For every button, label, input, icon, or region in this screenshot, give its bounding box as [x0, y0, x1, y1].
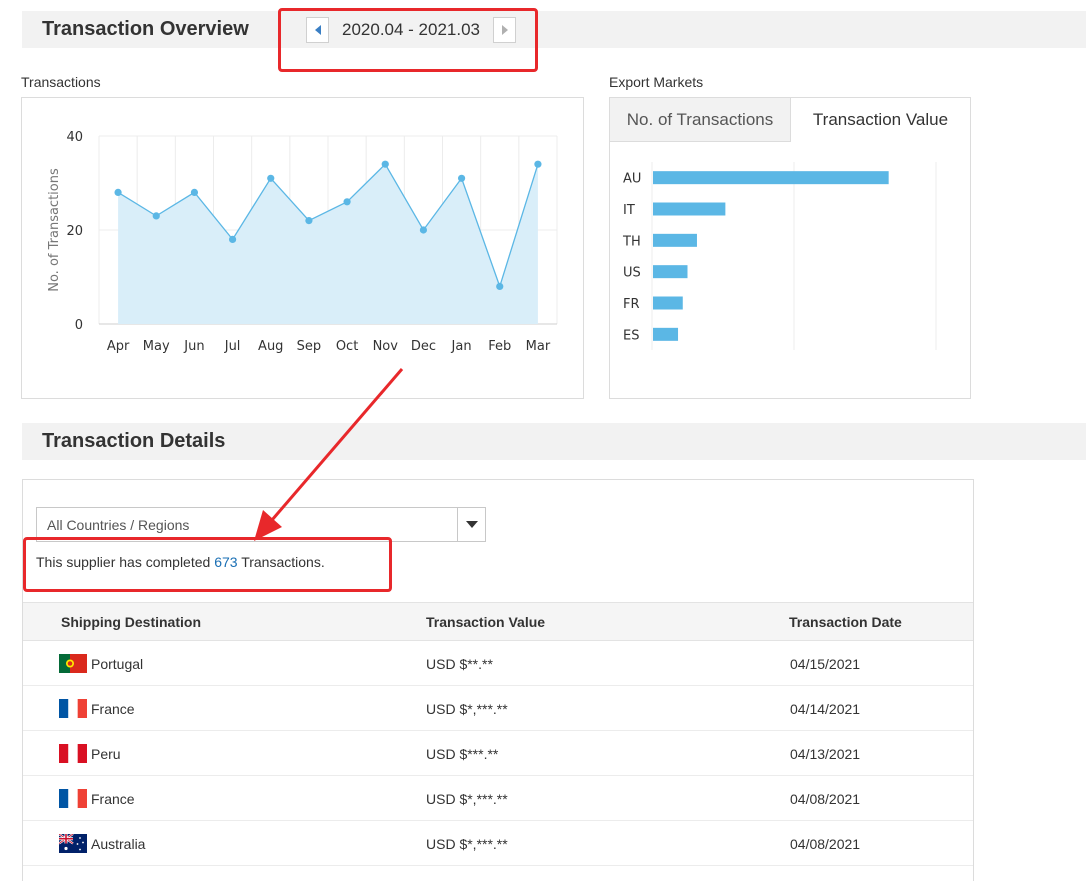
table-row: France USD $*,***.** 04/14/2021	[23, 686, 973, 731]
data-point	[152, 212, 160, 220]
transaction-value: USD $**.**	[426, 656, 493, 672]
country-region-select-value: All Countries / Regions	[47, 516, 190, 533]
table-row: Australia USD $*,***.** 04/08/2021	[23, 821, 973, 866]
transactions-panel-label: Transactions	[21, 74, 101, 90]
x-tick-label: May	[143, 339, 170, 354]
details-header: Transaction Details	[22, 423, 1086, 460]
column-transaction-value: Transaction Value	[426, 614, 546, 630]
category-label: AU	[623, 172, 641, 187]
destination-country: France	[91, 791, 135, 807]
data-point	[457, 174, 466, 182]
x-tick-label: Sep	[297, 339, 322, 354]
x-tick-label: Apr	[107, 339, 130, 354]
transaction-summary: This supplier has completed 673 Transact…	[36, 554, 325, 570]
flag-france-icon	[59, 789, 87, 808]
table-row: Peru USD $***.** 04/13/2021	[23, 731, 973, 776]
data-point	[419, 226, 428, 234]
transactions-area-chart: 0 20 40 Apr May Jun Jul Aug Sep Oct Nov Dec Jan Feb Ma…	[47, 130, 558, 354]
summary-suffix: Transactions.	[237, 554, 325, 570]
bar	[653, 265, 688, 279]
transaction-date: 04/08/2021	[790, 836, 861, 852]
destination-country: Portugal	[91, 656, 144, 672]
table-header: Shipping Destination Transaction Value T…	[23, 602, 973, 641]
transaction-date: 04/08/2021	[790, 791, 861, 807]
x-tick-label: Jul	[224, 339, 241, 354]
triangle-left-icon	[314, 25, 321, 35]
data-point	[114, 188, 122, 196]
x-tick-label: Dec	[411, 339, 436, 354]
data-point	[267, 174, 275, 182]
summary-prefix: This supplier has completed	[36, 554, 215, 570]
data-point	[343, 198, 351, 206]
overview-title: Transaction Overview	[42, 18, 249, 40]
flag-france-icon	[59, 699, 87, 718]
category-label: US	[623, 266, 641, 281]
flag-australia-icon	[59, 834, 87, 853]
transaction-date: 04/14/2021	[790, 701, 861, 717]
export-markets-panel: No. of Transactions Transaction Value AU…	[609, 97, 971, 399]
destination-country: France	[91, 701, 135, 717]
markets-panel-label: Export Markets	[609, 74, 704, 90]
x-tick-label: Jun	[183, 339, 204, 354]
transaction-details-panel: All Countries / Regions This supplier ha…	[22, 479, 974, 881]
transaction-value: USD $*,***.**	[426, 791, 508, 807]
bar	[653, 327, 679, 341]
bar	[653, 233, 697, 247]
transaction-value: USD $***.**	[426, 746, 499, 762]
details-title: Transaction Details	[42, 430, 226, 452]
x-tick-label: Nov	[373, 339, 399, 354]
category-label: ES	[623, 328, 639, 343]
transaction-value: USD $*,***.**	[426, 836, 508, 852]
transaction-value: USD $*,***.**	[426, 701, 508, 717]
x-tick-label: Jan	[451, 339, 472, 354]
y-tick-label: 40	[66, 130, 83, 145]
data-point	[496, 282, 504, 290]
prev-period-button[interactable]	[306, 17, 329, 43]
next-period-button[interactable]	[493, 17, 517, 43]
x-tick-label: Mar	[526, 339, 551, 354]
table-row: France USD $*,***.** 04/08/2021	[23, 776, 973, 821]
y-tick-label: 20	[66, 224, 83, 239]
transaction-count-link[interactable]: 673	[214, 554, 237, 570]
x-tick-label: Feb	[488, 339, 511, 354]
flag-portugal-icon	[59, 654, 87, 673]
destination-country: Peru	[91, 746, 121, 762]
x-tick-label: Oct	[336, 339, 358, 354]
date-range-label: 2020.04 - 2021.03	[342, 20, 481, 39]
data-point	[305, 217, 313, 225]
category-label: FR	[623, 297, 640, 312]
bar	[653, 171, 889, 185]
bar	[653, 202, 726, 216]
caret-down-icon[interactable]	[457, 508, 485, 541]
transactions-chart-panel: 0 20 40 Apr May Jun Jul Aug Sep Oct Nov Dec Jan Feb Ma…	[21, 97, 584, 399]
date-range-navigator: 2020.04 - 2021.03	[306, 17, 517, 43]
tab-transaction-value[interactable]: Transaction Value	[791, 98, 970, 142]
overview-header: Transaction Overview 2020.04 - 2021.03	[22, 11, 1086, 48]
column-transaction-date: Transaction Date	[789, 614, 902, 630]
x-tick-label: Aug	[258, 339, 283, 354]
transaction-date: 04/15/2021	[790, 656, 861, 672]
category-label: IT	[623, 203, 635, 218]
data-point	[381, 160, 389, 168]
transaction-date: 04/13/2021	[790, 746, 861, 762]
markets-tabs: No. of Transactions Transaction Value	[610, 98, 970, 142]
flag-peru-icon	[59, 744, 87, 763]
country-region-select[interactable]: All Countries / Regions	[36, 507, 486, 542]
data-point	[534, 160, 542, 168]
destination-country: Australia	[91, 836, 146, 852]
triangle-right-icon	[501, 25, 508, 35]
column-shipping-destination: Shipping Destination	[61, 614, 201, 630]
data-point	[228, 235, 237, 243]
data-point	[190, 188, 199, 196]
y-axis-label: No. of Transactions	[47, 168, 62, 292]
y-tick-label: 0	[75, 318, 83, 333]
bar	[653, 296, 683, 310]
category-label: TH	[622, 234, 641, 249]
table-row: Portugal USD $**.** 04/15/2021	[23, 641, 973, 686]
tab-no-of-transactions[interactable]: No. of Transactions	[610, 98, 791, 142]
export-markets-bar-chart: AU IT TH US FR ES	[622, 162, 937, 350]
